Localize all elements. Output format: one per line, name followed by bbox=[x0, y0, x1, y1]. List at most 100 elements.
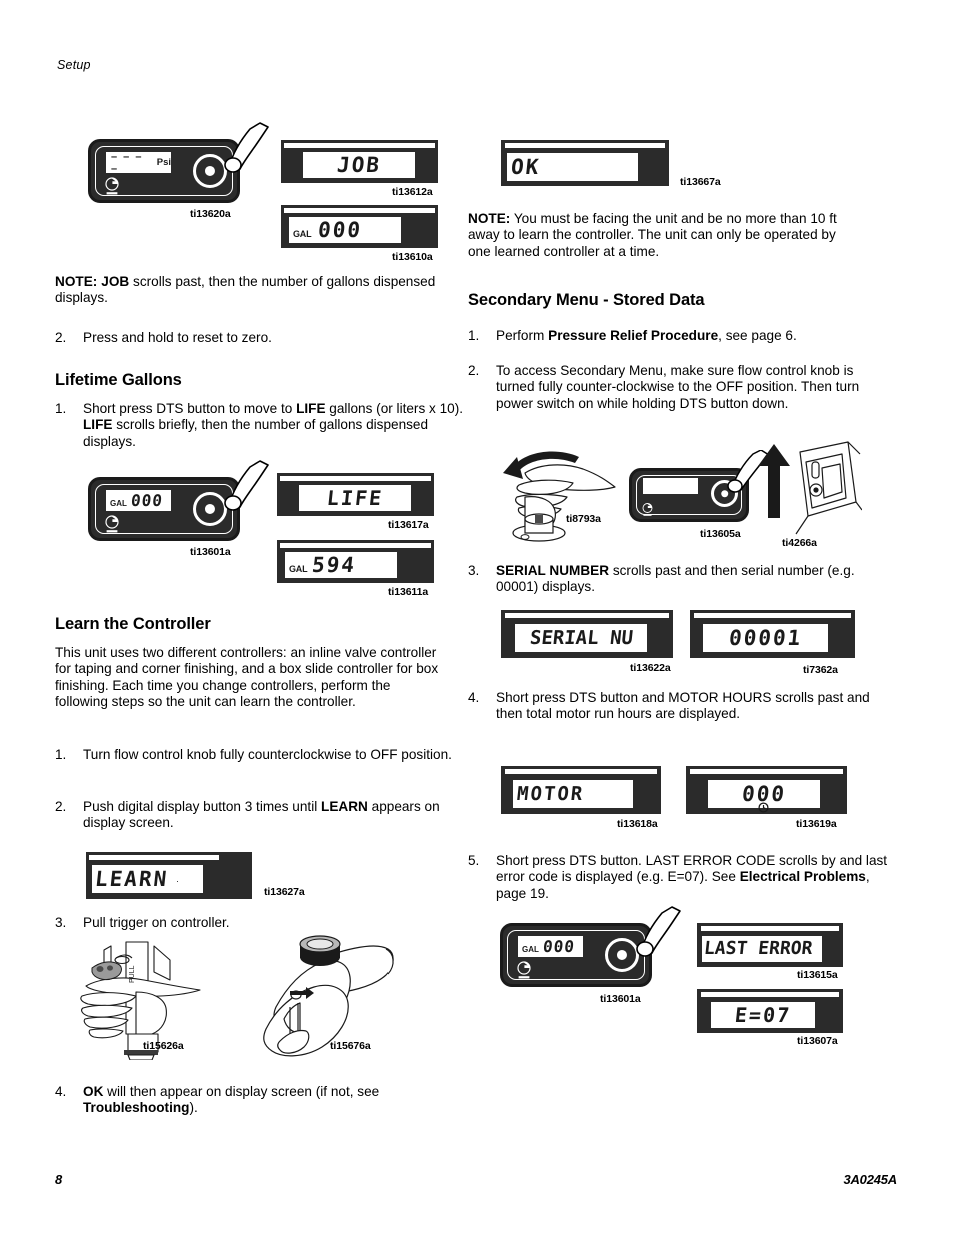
step-secondary-5: 5. Short press DTS button. LAST ERROR CO… bbox=[468, 853, 888, 902]
step-number: 2. bbox=[55, 799, 67, 814]
graco-logo-icon bbox=[514, 960, 534, 980]
note-text: You must be facing the unit and be no mo… bbox=[468, 211, 837, 259]
lcd-gal-indicator: GAL bbox=[289, 564, 308, 574]
figure-callout-ti13622a: ti13622a bbox=[630, 662, 671, 674]
step-learn-4: 4. OK will then appear on display screen… bbox=[55, 1084, 473, 1117]
figure-callout-ti13618a: ti13618a bbox=[617, 818, 658, 830]
note-job: NOTE: JOB scrolls past, then the number o… bbox=[55, 274, 445, 307]
lcd-text: E=07 bbox=[733, 1003, 793, 1027]
lcd-screen: LAST ERROR bbox=[702, 936, 822, 962]
step-text: Short press DTS button and MOTOR HOURS s… bbox=[496, 690, 870, 722]
lcd-text: LAST ERROR bbox=[702, 938, 814, 959]
lcd-top-bar bbox=[701, 992, 839, 997]
graco-logo-icon bbox=[102, 176, 122, 196]
figure-lcd-ti13607a: E=07 bbox=[697, 989, 843, 1033]
step-bold-pressure-relief: Pressure Relief Procedure bbox=[548, 328, 719, 343]
step-number: 1. bbox=[468, 328, 480, 343]
step-learn-3: 3. Pull trigger on controller. bbox=[55, 915, 473, 931]
figure-callout-ti4266a: ti4266a bbox=[782, 537, 817, 549]
figure-callout-ti13615a: ti13615a bbox=[797, 969, 838, 981]
lcd-text: 000 bbox=[317, 217, 364, 242]
unit-display-text: 000 bbox=[541, 936, 576, 956]
figure-callout-ti15626a: ti15626a bbox=[143, 1040, 184, 1052]
lcd-text: LIFE bbox=[325, 486, 385, 510]
figure-lcd-ti13622a: SERIAL NU bbox=[501, 610, 673, 658]
heading-learn-controller: Learn the Controller bbox=[55, 615, 211, 633]
lcd-gal-indicator: GAL bbox=[293, 229, 312, 239]
lcd-screen: GAL 594 bbox=[285, 552, 397, 578]
step-number: 2. bbox=[55, 330, 67, 345]
step-bold-troubleshooting: Troubleshooting bbox=[83, 1100, 190, 1116]
step-secondary-3: 3. SERIAL NUMBER scrolls past and then s… bbox=[468, 563, 888, 596]
figure-lcd-ti13610a: GAL 000 bbox=[281, 205, 438, 248]
hours-clock-icon bbox=[758, 802, 769, 813]
lcd-top-bar bbox=[701, 926, 839, 931]
step-text-part2: , see page 6. bbox=[718, 328, 797, 343]
figure-lcd-ti13619a: 000 bbox=[686, 766, 847, 814]
unit-display-screen: GAL 000 bbox=[518, 936, 583, 957]
lcd-top-bar bbox=[505, 613, 669, 618]
unit-display-unit-label: Psi bbox=[156, 157, 171, 168]
step-secondary-2: 2. To access Secondary Menu, make sure f… bbox=[468, 363, 888, 412]
figure-callout-ti8793a: ti8793a bbox=[566, 513, 601, 525]
document-page: Setup – – – – Psi ti13620a JOB ti13612a bbox=[0, 0, 954, 1235]
figure-callout-ti15676a: ti15676a bbox=[330, 1040, 371, 1052]
unit-gal-indicator: GAL bbox=[522, 945, 539, 954]
lcd-screen: LIFE bbox=[299, 485, 411, 511]
running-head: Setup bbox=[57, 58, 91, 72]
figure-unit-face-ti13601a-right: GAL 000 bbox=[500, 906, 681, 987]
figure-unit-face-ti13601a: GAL 000 bbox=[88, 460, 269, 541]
step-text-part1: will then appear on display screen (if n… bbox=[103, 1084, 380, 1099]
lcd-top-bar bbox=[284, 208, 435, 213]
lcd-screen: JOB bbox=[303, 152, 415, 178]
figure-callout-ti13619a: ti13619a bbox=[796, 818, 837, 830]
note-label: NOTE: bbox=[468, 211, 511, 226]
pointing-finger-icon bbox=[224, 122, 269, 173]
pointing-finger-icon bbox=[224, 460, 269, 511]
lcd-screen: GAL 000 bbox=[289, 217, 401, 243]
graco-logo-icon bbox=[640, 502, 655, 517]
step-number: 2. bbox=[468, 363, 480, 378]
step-secondary-1: 1. Perform Pressure Relief Procedure, se… bbox=[468, 328, 886, 344]
heading-secondary-menu: Secondary Menu - Stored Data bbox=[468, 291, 705, 309]
unit-display-text: 000 bbox=[129, 490, 164, 510]
step-bold-electrical-problems: Electrical Problems bbox=[739, 869, 866, 885]
step-bold-ok: OK bbox=[83, 1084, 104, 1099]
figure-callout-ti13601a-right: ti13601a bbox=[600, 993, 641, 1005]
lcd-text: 00001 bbox=[727, 625, 804, 650]
step-bold-life-2: LIFE bbox=[83, 417, 113, 433]
lcd-text: LEARN bbox=[93, 866, 170, 891]
lcd-top-bar bbox=[505, 143, 665, 148]
figure-callout-ti13612a: ti13612a bbox=[392, 186, 433, 198]
figure-illustration-ti8793a bbox=[495, 445, 630, 545]
step-text-part2: gallons (or liters x 10). bbox=[325, 401, 464, 416]
step-number: 3. bbox=[468, 563, 480, 578]
lcd-screen: E=07 bbox=[711, 1002, 815, 1028]
figure-callout-ti13610a: ti13610a bbox=[392, 251, 433, 263]
footer-page-number: 8 bbox=[55, 1172, 63, 1187]
step-reset-to-zero: 2. Press and hold to reset to zero. bbox=[55, 330, 473, 346]
step-lifetime-gallons: 1. Short press DTS button to move to LIF… bbox=[55, 401, 473, 450]
lcd-screen: OK bbox=[507, 153, 638, 181]
figure-callout-ti13627a: ti13627a bbox=[264, 886, 305, 898]
figure-unit-face-ti13605a bbox=[629, 450, 770, 522]
unit-display-dashes: – – – – bbox=[111, 150, 143, 175]
lcd-text: JOB bbox=[335, 152, 383, 177]
step-text: Turn flow control knob fully countercloc… bbox=[83, 747, 452, 762]
step-number: 1. bbox=[55, 747, 67, 762]
lcd-top-bar bbox=[690, 769, 843, 774]
lcd-top-bar bbox=[89, 855, 219, 860]
step-number: 5. bbox=[468, 853, 480, 868]
lcd-screen: 00001 bbox=[703, 624, 828, 652]
step-learn-2: 2. Push digital display button 3 times u… bbox=[55, 799, 473, 832]
unit-display-screen bbox=[643, 478, 698, 494]
lcd-dot-indicator: . bbox=[176, 874, 179, 884]
step-text: Press and hold to reset to zero. bbox=[83, 330, 272, 345]
step-text-part2: ). bbox=[189, 1100, 198, 1116]
figure-callout-ti7362a: ti7362a bbox=[803, 664, 838, 676]
figure-lcd-ti13612a: JOB bbox=[281, 140, 438, 183]
figure-callout-ti13605a: ti13605a bbox=[700, 528, 741, 540]
step-text: Pull trigger on controller. bbox=[83, 915, 230, 930]
unit-display-screen: – – – – Psi bbox=[106, 150, 171, 175]
figure-illustration-ti4266a bbox=[752, 440, 863, 545]
